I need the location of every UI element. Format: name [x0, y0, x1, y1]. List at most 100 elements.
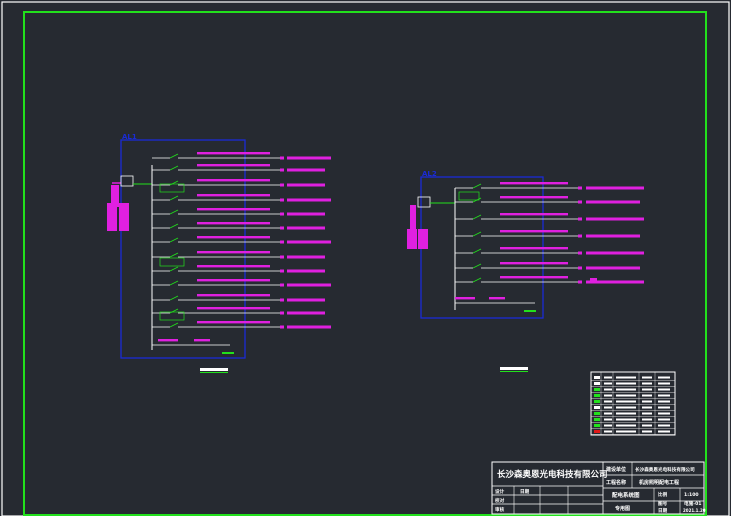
legend-name [616, 382, 636, 385]
panel-note-mark [222, 352, 234, 354]
breaker-switch [472, 183, 482, 189]
circuit-spec-label [197, 265, 270, 268]
legend-code [604, 406, 612, 409]
breaker-switch [169, 280, 179, 286]
load-description [586, 186, 644, 190]
circuit-spec-label [197, 236, 270, 239]
legend-spec [642, 376, 652, 379]
legend-spec [642, 400, 652, 403]
outlet-terminal [578, 186, 582, 190]
breaker-switch [169, 266, 179, 272]
panel-enclosure [120, 139, 246, 359]
legend-symbol [594, 382, 600, 385]
meta-value-scale: 1:100 [684, 492, 699, 498]
legend-code [604, 418, 612, 421]
load-description [287, 255, 325, 259]
drawing-frame [23, 11, 707, 516]
legend-symbol [594, 430, 600, 433]
outlet-terminal [578, 200, 582, 204]
legend-symbol [594, 388, 600, 391]
legend-name [616, 376, 636, 379]
circuit-spec-label [500, 276, 568, 279]
breaker-switch [169, 195, 179, 201]
panel-caption-underline [200, 372, 228, 373]
legend-code [604, 412, 612, 415]
incoming-cable-riser [111, 185, 119, 207]
outlet-terminal [280, 226, 284, 230]
load-description [287, 212, 325, 216]
legend-qty [658, 406, 670, 409]
legend-name [616, 406, 636, 409]
circuit-spec-label [500, 230, 568, 233]
legend-rows [591, 372, 675, 435]
legend-spec [642, 382, 652, 385]
legend-name [616, 388, 636, 391]
client-value: 长沙森奥恩光电科技有限公司 [635, 466, 695, 473]
drawing-title: 配电系统图 [612, 491, 640, 499]
load-description [586, 234, 640, 238]
load-description [287, 168, 325, 172]
outlet-terminal [280, 183, 284, 187]
panel-caption-mark [500, 367, 528, 370]
electrical-schematic: AL1 AL2 长沙森奥恩光电科技有限公司 建设单位 长沙森奥恩光电科技有限公司… [1, 1, 730, 516]
cad-drawing-canvas: AL1 AL2 长沙森奥恩光电科技有限公司 建设单位 长沙森奥恩光电科技有限公司… [0, 0, 731, 516]
outlet-terminal [280, 311, 284, 315]
legend-spec [642, 406, 652, 409]
circuit-group [455, 182, 644, 312]
legend-spec [642, 394, 652, 397]
legend-symbol [594, 400, 600, 403]
incoming-cable-block [407, 229, 417, 249]
load-description [287, 311, 325, 315]
spare-label [194, 339, 210, 342]
legend-symbol [594, 424, 600, 427]
legend-symbol [594, 376, 600, 379]
meta-label-date: 日期 [658, 507, 668, 514]
distribution-panel-al1: AL1 [107, 133, 331, 373]
circuit-spec-label [500, 182, 568, 185]
legend-code [604, 400, 612, 403]
incoming-cable-block [107, 203, 117, 231]
breaker-switch [169, 322, 179, 328]
circuit-spec-label [197, 208, 270, 211]
load-description [586, 266, 640, 270]
meta-label-scale: 比例 [658, 491, 668, 498]
legend-qty [658, 388, 670, 391]
circuit-spec-label [197, 222, 270, 225]
breaker-switch [169, 180, 179, 186]
sheet-border [1, 1, 730, 516]
legend-name [616, 400, 636, 403]
breaker-switch [169, 153, 179, 159]
legend-qty [658, 412, 670, 415]
outlet-terminal [578, 217, 582, 221]
incoming-terminal [418, 229, 428, 249]
legend-qty [658, 424, 670, 427]
load-description [287, 198, 331, 202]
load-description [287, 226, 325, 230]
legend-qty [658, 400, 670, 403]
row-label-check: 校对 [495, 497, 505, 504]
spare-label [455, 297, 475, 300]
legend-name [616, 418, 636, 421]
breaker-switch [169, 223, 179, 229]
main-breaker [120, 175, 134, 187]
title-block: 长沙森奥恩光电科技有限公司 建设单位 长沙森奥恩光电科技有限公司 工程名称 机房… [491, 461, 706, 515]
breaker-switch [472, 277, 482, 283]
meta-label-number: 图号 [658, 500, 668, 507]
circuit-spec-label [500, 262, 568, 265]
row-label-review: 审核 [495, 506, 505, 513]
legend-symbol [594, 412, 600, 415]
legend-code [604, 388, 612, 391]
circuit-spec-label [197, 164, 270, 167]
breaker-switch [472, 214, 482, 220]
outlet-terminal [280, 255, 284, 259]
legend-spec [642, 412, 652, 415]
load-description [287, 269, 325, 273]
load-description [287, 298, 325, 302]
legend-qty [658, 418, 670, 421]
legend-qty [658, 430, 670, 433]
project-value: 机房照明配电工程 [638, 479, 679, 486]
main-breaker [417, 196, 431, 208]
load-description [287, 325, 331, 329]
breaker-switch [169, 237, 179, 243]
client-label: 建设单位 [605, 466, 626, 473]
